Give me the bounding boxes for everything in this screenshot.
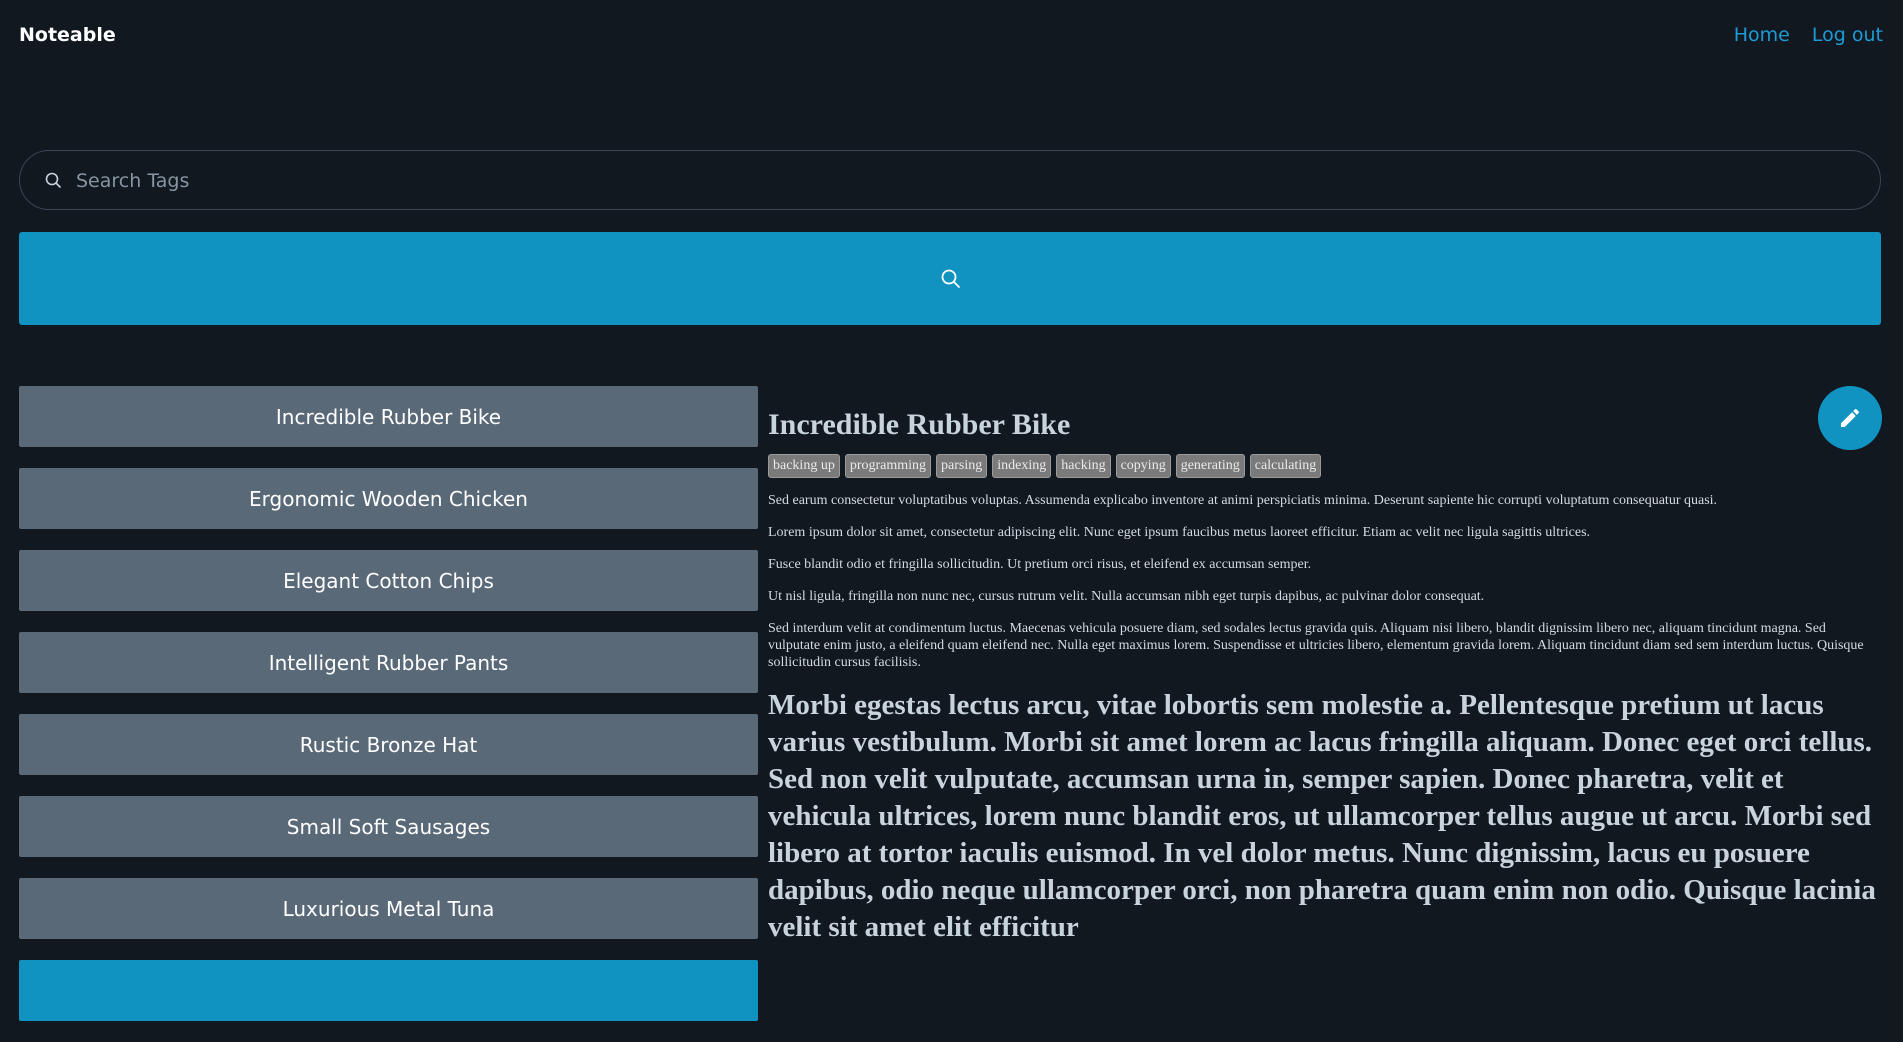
search-bar bbox=[19, 150, 1881, 210]
search-tags-input[interactable] bbox=[74, 161, 1858, 201]
note-paragraph: Sed interdum velit at condimentum luctus… bbox=[768, 621, 1864, 670]
tag-list: backing up programming parsing indexing … bbox=[768, 454, 1880, 478]
note-paragraph: Sed earum consectetur voluptatibus volup… bbox=[768, 493, 1718, 508]
note-list-item-partial[interactable] bbox=[19, 960, 758, 1021]
nav-home-link[interactable]: Home bbox=[1734, 24, 1790, 46]
nav-logout-link[interactable]: Log out bbox=[1812, 24, 1883, 46]
tag-badge[interactable]: indexing bbox=[992, 454, 1052, 478]
tag-badge[interactable]: parsing bbox=[936, 454, 988, 478]
edit-note-button[interactable] bbox=[1818, 386, 1882, 450]
note-list-item[interactable]: Rustic Bronze Hat bbox=[19, 714, 758, 775]
tag-badge[interactable]: generating bbox=[1175, 454, 1245, 478]
note-heading: Morbi egestas lectus arcu, vitae loborti… bbox=[768, 689, 1876, 943]
note-list-item[interactable]: Elegant Cotton Chips bbox=[19, 550, 758, 611]
tag-badge[interactable]: hacking bbox=[1056, 454, 1111, 478]
note-list-item[interactable]: Luxurious Metal Tuna bbox=[19, 878, 758, 939]
tag-badge[interactable]: copying bbox=[1115, 454, 1171, 478]
note-content: Incredible Rubber Bike backing up progra… bbox=[768, 386, 1880, 946]
note-list-item[interactable]: Intelligent Rubber Pants bbox=[19, 632, 758, 693]
brand-logo[interactable]: Noteable bbox=[19, 24, 116, 46]
search-icon bbox=[941, 269, 960, 288]
top-navbar: Noteable Home Log out bbox=[0, 0, 1903, 72]
search-icon bbox=[45, 172, 61, 188]
search-button[interactable] bbox=[19, 232, 1881, 325]
note-list-item[interactable]: Small Soft Sausages bbox=[19, 796, 758, 857]
tag-badge[interactable]: backing up bbox=[768, 454, 840, 478]
note-paragraph: Lorem ipsum dolor sit amet, consectetur … bbox=[768, 525, 1591, 540]
nav-links: Home Log out bbox=[1718, 24, 1883, 46]
tag-badge[interactable]: programming bbox=[844, 454, 932, 478]
note-list: Incredible Rubber Bike Ergonomic Wooden … bbox=[19, 386, 758, 1042]
tag-badge[interactable]: calculating bbox=[1249, 454, 1322, 478]
note-list-item[interactable]: Ergonomic Wooden Chicken bbox=[19, 468, 758, 529]
note-list-item[interactable]: Incredible Rubber Bike bbox=[19, 386, 758, 447]
note-paragraph: Fusce blandit odio et fringilla sollicit… bbox=[768, 557, 1312, 572]
note-paragraph: Ut nisl ligula, fringilla non nunc nec, … bbox=[768, 589, 1485, 604]
note-title: Incredible Rubber Bike bbox=[768, 408, 1071, 441]
pencil-icon bbox=[1841, 408, 1860, 427]
